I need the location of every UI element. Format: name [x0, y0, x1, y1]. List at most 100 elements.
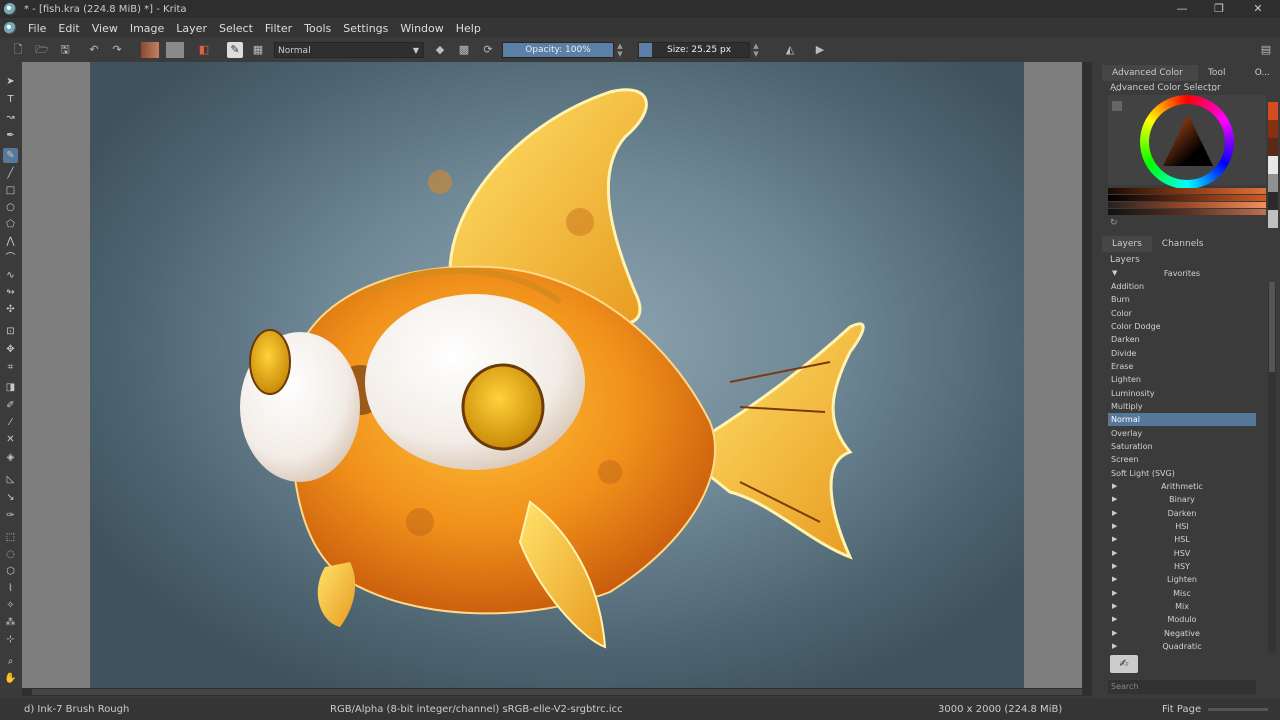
- list-item[interactable]: Color Dodge: [1108, 320, 1256, 333]
- mirror-horizontal-icon[interactable]: ◭: [782, 42, 798, 58]
- dynamic-brush-icon[interactable]: ↬: [3, 285, 18, 300]
- ellipse-select-icon[interactable]: ◌: [3, 547, 18, 562]
- hue-ring[interactable]: [1140, 95, 1234, 189]
- gradient-tool-icon[interactable]: ◨: [3, 380, 18, 395]
- tab-advanced-color[interactable]: Advanced Color ...: [1102, 65, 1198, 94]
- polygon-tool-icon[interactable]: ⬠: [3, 217, 18, 232]
- document-icon[interactable]: [4, 22, 16, 34]
- smart-patch-icon[interactable]: ⁄: [3, 415, 18, 430]
- brush-preset-icon[interactable]: ✎: [227, 42, 243, 58]
- list-item[interactable]: Addition: [1108, 280, 1256, 293]
- close-button[interactable]: ✕: [1240, 0, 1276, 18]
- tab-overview[interactable]: O...: [1245, 65, 1280, 81]
- move-tool-icon[interactable]: ✥: [3, 342, 18, 357]
- edit-shapes-icon[interactable]: ↝: [3, 110, 18, 125]
- transform-tool-icon[interactable]: ⊡: [3, 324, 18, 339]
- list-item[interactable]: Soft Light (SVG): [1108, 467, 1256, 480]
- save-icon[interactable]: 🖫: [57, 42, 73, 58]
- color-shade-bars[interactable]: [1108, 188, 1266, 216]
- menu-help[interactable]: Help: [450, 22, 487, 35]
- multibrush-icon[interactable]: ✣: [3, 302, 18, 317]
- list-item-selected[interactable]: Normal: [1108, 413, 1256, 426]
- list-item[interactable]: Screen: [1108, 453, 1256, 466]
- favorites-header[interactable]: ▼ Favorites: [1108, 267, 1256, 280]
- pattern-swatch[interactable]: [166, 42, 184, 58]
- canvas-vertical-scrollbar[interactable]: [1082, 62, 1092, 688]
- scrollbar-thumb[interactable]: [32, 689, 1082, 695]
- canvas[interactable]: [90, 62, 1024, 688]
- bezier-select-icon[interactable]: ⊹: [3, 632, 18, 647]
- freehand-select-icon[interactable]: ⌇: [3, 581, 18, 596]
- category-item[interactable]: ▶ Negative: [1108, 627, 1256, 640]
- menu-select[interactable]: Select: [213, 22, 259, 35]
- new-document-icon[interactable]: 🗋: [10, 42, 26, 58]
- menu-layer[interactable]: Layer: [170, 22, 213, 35]
- canvas-area[interactable]: [22, 62, 1092, 688]
- category-item[interactable]: ▶ Quadratic: [1108, 640, 1256, 653]
- calligraphy-icon[interactable]: ✒: [3, 128, 18, 143]
- alpha-lock-icon[interactable]: ▩: [456, 42, 472, 58]
- list-item[interactable]: Divide: [1108, 347, 1256, 360]
- rect-select-icon[interactable]: ⬚: [3, 530, 18, 545]
- fg-bg-color-icon[interactable]: ◧: [196, 42, 212, 58]
- category-item[interactable]: ▶ Binary: [1108, 493, 1256, 506]
- menu-filter[interactable]: Filter: [259, 22, 298, 35]
- category-item[interactable]: ▶ Modulo: [1108, 613, 1256, 626]
- select-shapes-icon[interactable]: ➤: [3, 74, 18, 89]
- scrollbar-thumb[interactable]: [1269, 282, 1275, 372]
- category-item[interactable]: ▶ HSL: [1108, 533, 1256, 546]
- opacity-spin-icon[interactable]: ▲ ▼: [616, 42, 624, 58]
- advanced-color-selector[interactable]: [1108, 95, 1266, 189]
- minimize-button[interactable]: —: [1164, 0, 1200, 18]
- text-tool-icon[interactable]: T: [3, 92, 18, 107]
- category-item[interactable]: ▶ HSI: [1108, 520, 1256, 533]
- size-spin-icon[interactable]: ▲ ▼: [752, 42, 760, 58]
- fill-tool-icon[interactable]: ◈: [3, 450, 18, 465]
- menu-settings[interactable]: Settings: [337, 22, 394, 35]
- gradient-swatch[interactable]: [141, 42, 159, 58]
- menu-tools[interactable]: Tools: [298, 22, 337, 35]
- color-picker-icon[interactable]: ✐: [3, 398, 18, 413]
- zoom-tool-icon[interactable]: ⌕: [3, 654, 18, 669]
- restore-button[interactable]: ❐: [1201, 0, 1237, 18]
- pan-tool-icon[interactable]: ✋: [3, 671, 18, 686]
- opacity-slider[interactable]: Opacity: 100%: [502, 42, 614, 58]
- crop-tool-icon[interactable]: ⌗: [3, 360, 18, 375]
- menu-edit[interactable]: Edit: [52, 22, 85, 35]
- menu-view[interactable]: View: [86, 22, 124, 35]
- tab-layers[interactable]: Layers: [1102, 236, 1152, 252]
- blend-mode-list[interactable]: Addition Burn Color Color Dodge Darken D…: [1108, 280, 1256, 653]
- list-item[interactable]: Erase: [1108, 360, 1256, 373]
- menu-window[interactable]: Window: [394, 22, 449, 35]
- zoom-slider[interactable]: [1208, 708, 1268, 711]
- menu-file[interactable]: File: [22, 22, 52, 35]
- contiguous-select-icon[interactable]: ✧: [3, 598, 18, 613]
- redo-icon[interactable]: ↷: [109, 42, 125, 58]
- list-item[interactable]: Luminosity: [1108, 387, 1256, 400]
- freehand-path-icon[interactable]: ∿: [3, 268, 18, 283]
- category-item[interactable]: ▶ Misc: [1108, 587, 1256, 600]
- category-item[interactable]: ▶ Darken: [1108, 507, 1256, 520]
- measure-tool-icon[interactable]: ◺: [3, 472, 18, 487]
- color-history-strip[interactable]: [1268, 102, 1278, 228]
- tab-tool-options[interactable]: Tool ...: [1198, 65, 1245, 94]
- reference-tool-icon[interactable]: ↘: [3, 490, 18, 505]
- list-item[interactable]: Saturation: [1108, 440, 1256, 453]
- freehand-brush-icon[interactable]: ✎: [3, 148, 18, 163]
- polygon-select-icon[interactable]: ⬡: [3, 564, 18, 579]
- category-item[interactable]: ▶ HSV: [1108, 547, 1256, 560]
- polyline-tool-icon[interactable]: ⋀: [3, 234, 18, 249]
- docker-menu-icon[interactable]: ▤: [1258, 42, 1274, 58]
- tab-channels[interactable]: Channels: [1152, 236, 1214, 252]
- canvas-horizontal-scrollbar[interactable]: [22, 688, 1092, 696]
- bezier-tool-icon[interactable]: ⌒: [3, 251, 18, 266]
- search-input[interactable]: Search: [1108, 680, 1256, 694]
- list-item[interactable]: Darken: [1108, 333, 1256, 346]
- list-item[interactable]: Overlay: [1108, 427, 1256, 440]
- zoom-mode[interactable]: Fit Page: [1162, 704, 1201, 715]
- open-folder-icon[interactable]: 🗁: [34, 42, 50, 58]
- category-item[interactable]: ▶ Lighten: [1108, 573, 1256, 586]
- assistant-tool-icon[interactable]: ✕: [3, 432, 18, 447]
- color-settings-icon[interactable]: [1112, 101, 1122, 111]
- mirror-vertical-icon[interactable]: ▶: [812, 42, 828, 58]
